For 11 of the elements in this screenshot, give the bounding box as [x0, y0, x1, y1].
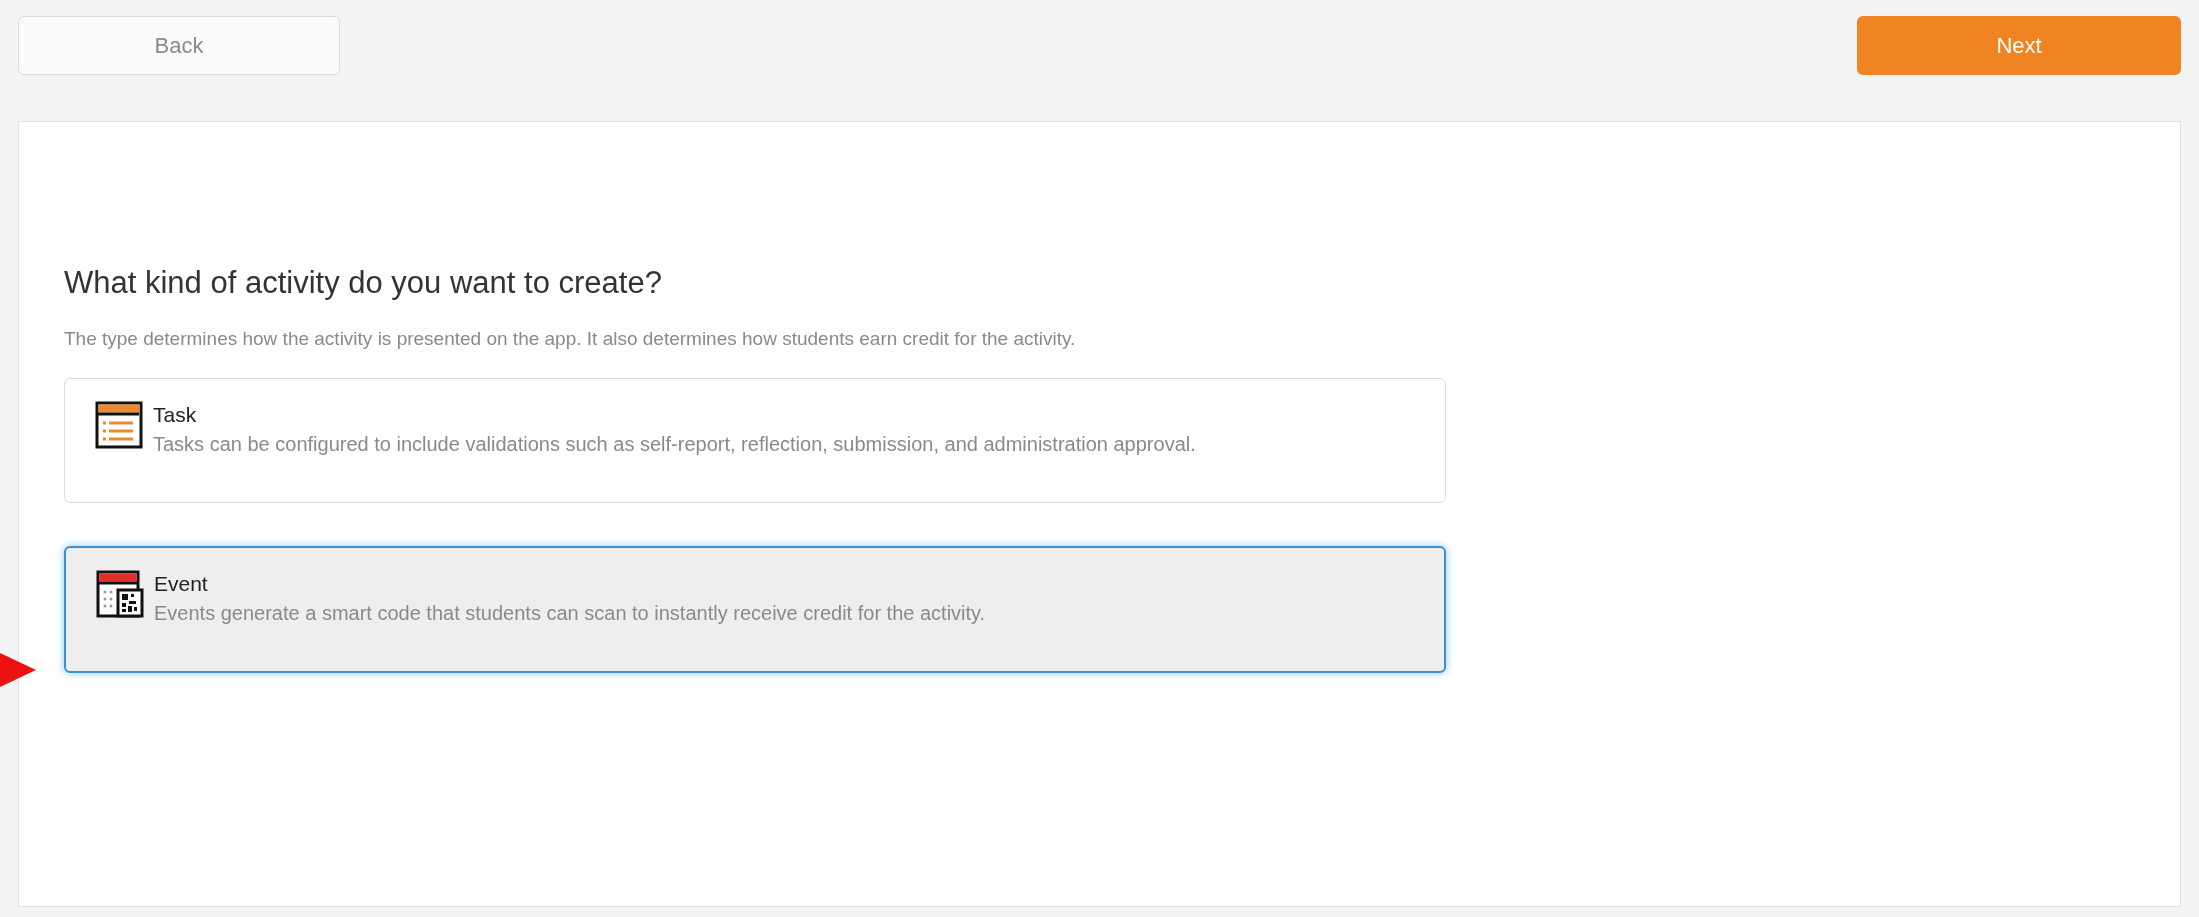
- page-heading: What kind of activity do you want to create?: [64, 264, 663, 302]
- card-description: Tasks can be configured to include validations such as self-report, reflection, submission, and administration approval.: [153, 432, 1196, 458]
- activity-type-card[interactable]: Task Tasks can be configured to include validations such as self-report, reflection, submission, and administration approval.: [64, 378, 1446, 504]
- card-title: Event: [154, 571, 209, 598]
- activity-type-card[interactable]: Event Events generate a smart code that students can scan to instantly receive credit for the activity.: [64, 546, 1446, 674]
- card-title: Task: [153, 402, 198, 429]
- calendar-qr-icon: [96, 570, 144, 619]
- page-description: The type determines how the activity is presented on the app. It also determines how students earn credit for the activity.: [64, 326, 1077, 351]
- list-icon: [95, 401, 143, 450]
- pointer-arrow-icon: [0, 653, 36, 687]
- card-description: Events generate a smart code that students can scan to instantly receive credit for the activity.: [154, 601, 986, 627]
